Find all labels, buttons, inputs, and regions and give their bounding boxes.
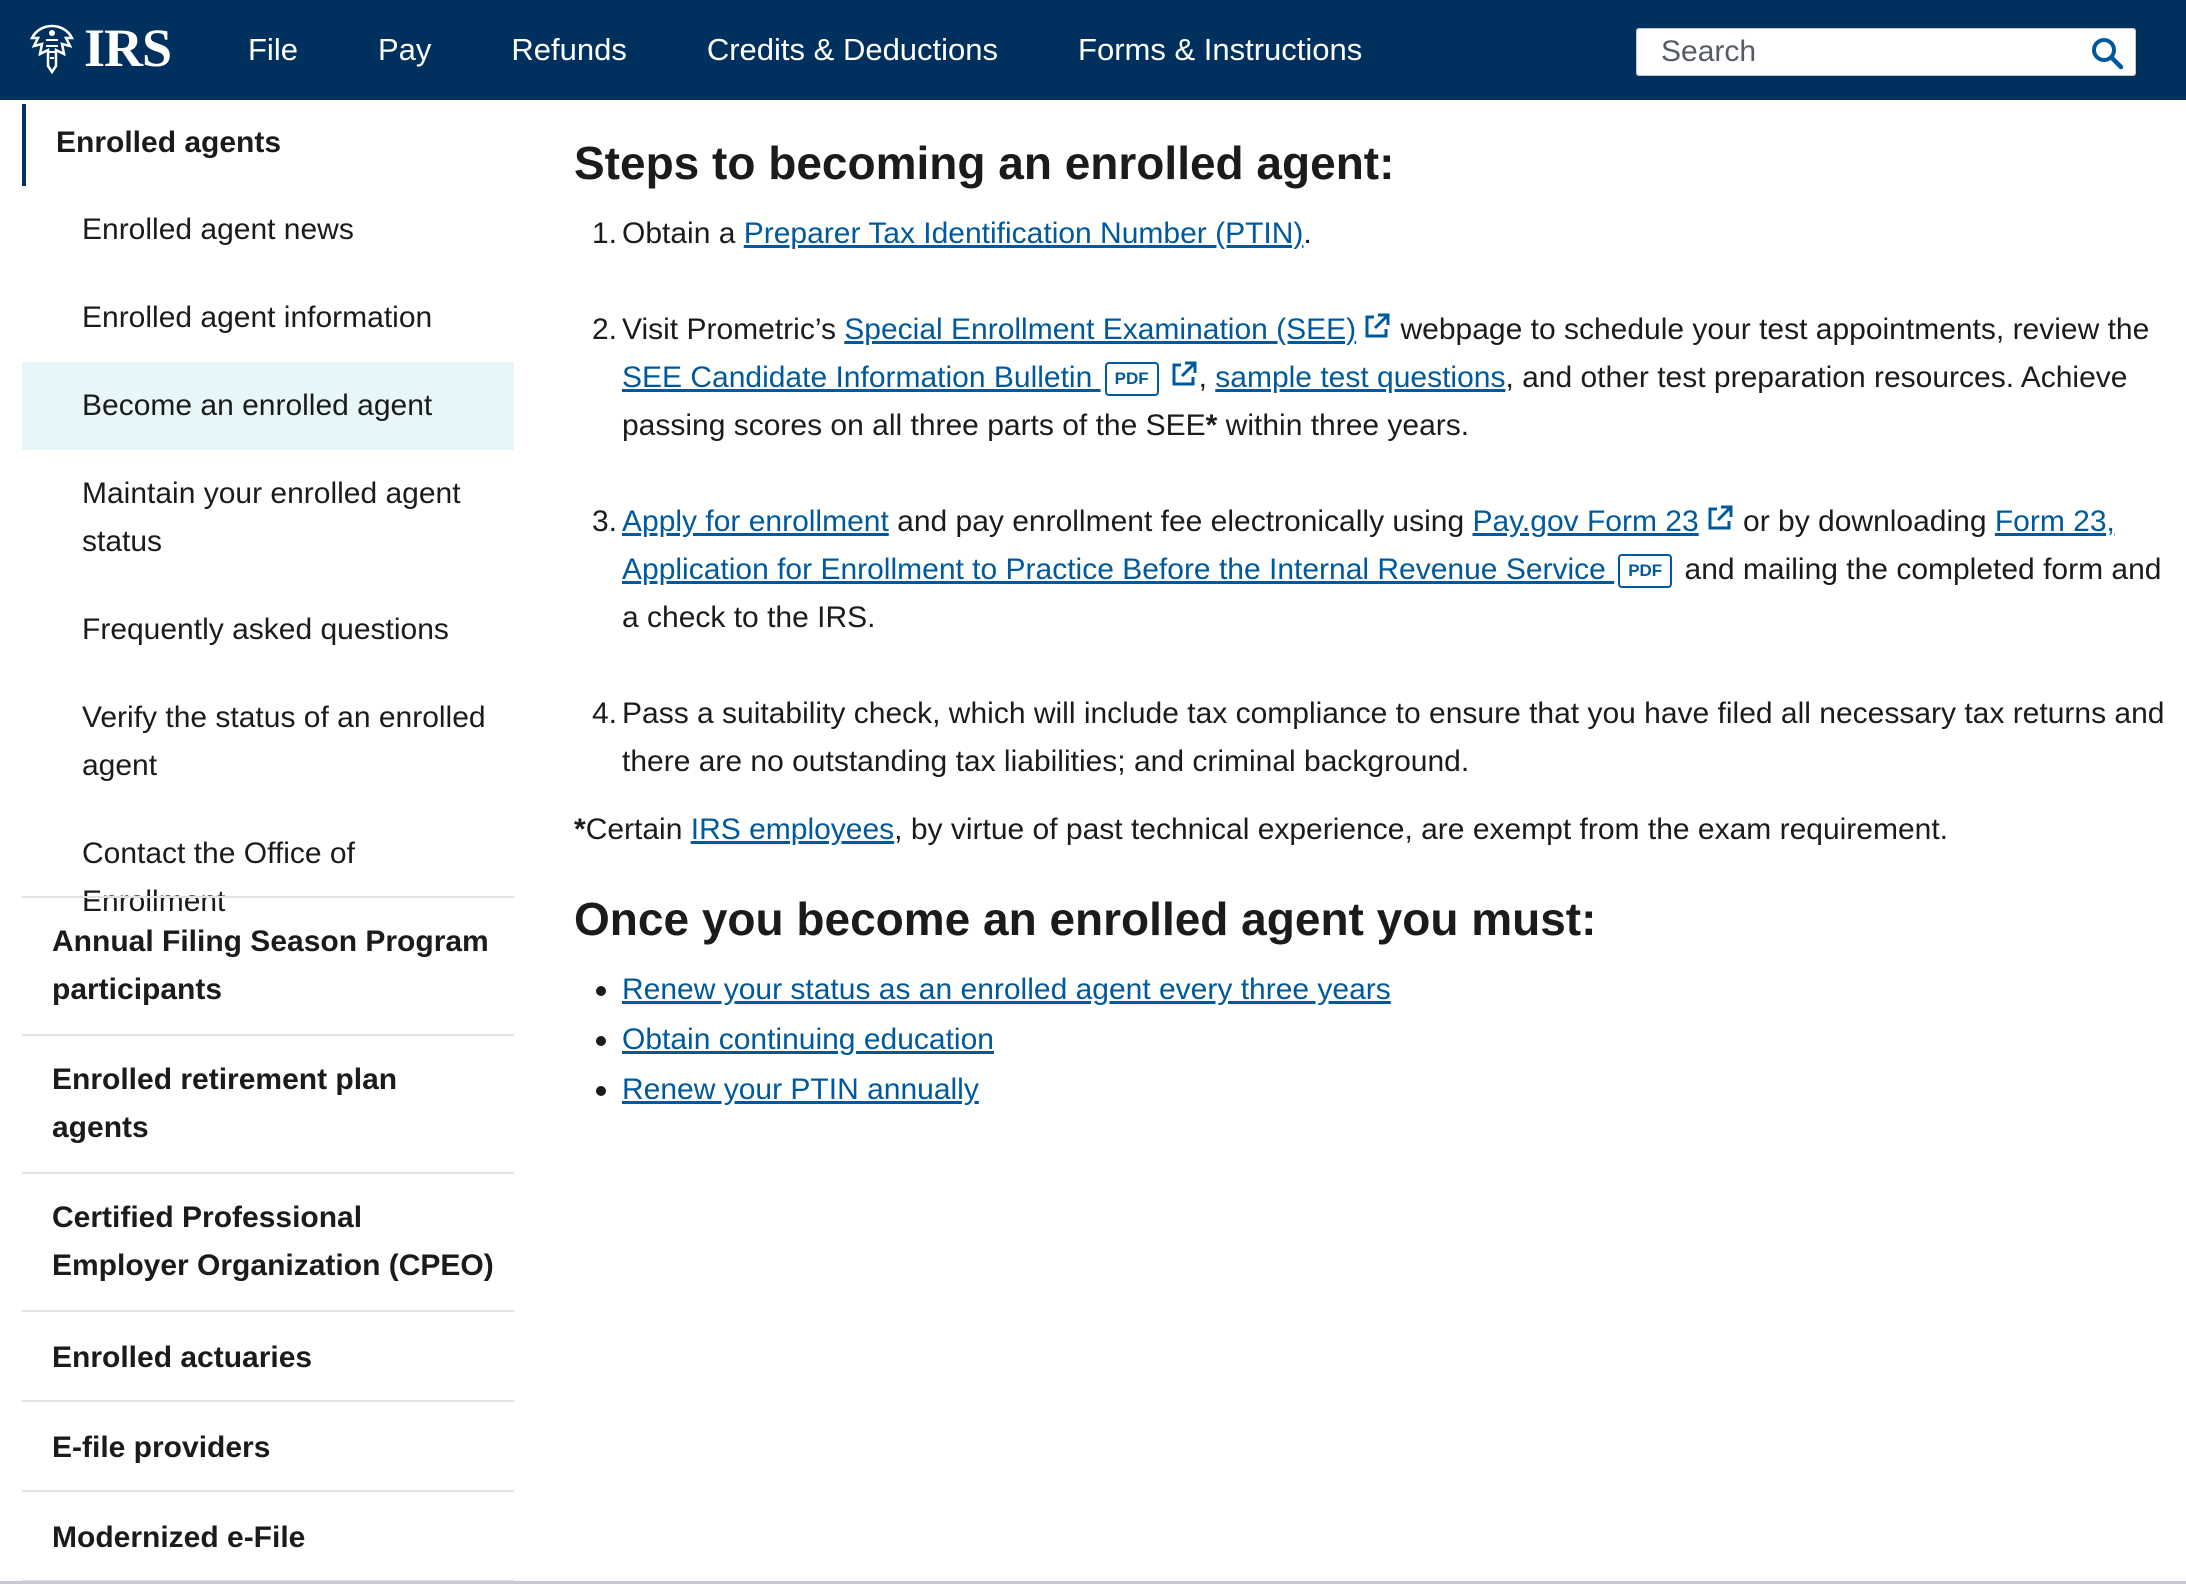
sidebar-item-afsp-participants[interactable]: Annual Filing Season Program participant…	[22, 918, 514, 1014]
renew-ptin-link[interactable]: Renew your PTIN annually	[622, 1066, 979, 1114]
sidebar-divider	[22, 1400, 514, 1402]
step-number: 4.	[592, 697, 618, 730]
bullet-dot	[596, 1036, 606, 1046]
external-link-icon	[1172, 361, 1197, 386]
pdf-badge: PDF	[1104, 362, 1159, 396]
search-box	[1636, 28, 2136, 76]
step-text-segment: within three years.	[1217, 409, 1470, 442]
logo-text: IRS	[84, 18, 172, 78]
sidebar-divider	[22, 896, 514, 898]
step-number: 1.	[592, 217, 618, 250]
note-text-segment: Certain	[585, 813, 691, 846]
continuing-education-link[interactable]: Obtain continuing education	[622, 1016, 994, 1064]
sidebar-item-enrolled-agent-news[interactable]: Enrolled agent news	[22, 206, 514, 254]
nav-credits-deductions[interactable]: Credits & Deductions	[707, 32, 998, 68]
step-text: Apply for enrollment and pay enrollment …	[622, 498, 2182, 642]
step-text: Visit Prometric’s Special Enrollment Exa…	[622, 306, 2182, 450]
sidebar-item-maintain-status[interactable]: Maintain your enrolled agent status	[22, 470, 514, 566]
paygov-form23-link[interactable]: Pay.gov Form 23	[1472, 505, 1698, 538]
step-text-segment: and pay enrollment fee electronically us…	[888, 505, 1473, 538]
sidebar-item-cpeo[interactable]: Certified Professional Employer Organiza…	[22, 1194, 514, 1290]
eagle-logo-icon	[29, 24, 75, 75]
sidebar-heading-label: Enrolled agents	[56, 126, 282, 159]
sidebar-divider	[22, 1172, 514, 1174]
pdf-badge: PDF	[1618, 554, 1673, 588]
exemption-note: *Certain IRS employees, by virtue of pas…	[574, 806, 1948, 854]
renew-status-link[interactable]: Renew your status as an enrolled agent e…	[622, 966, 1391, 1014]
sidebar-item-efile-providers[interactable]: E-file providers	[22, 1424, 514, 1472]
sidebar-divider	[22, 1490, 514, 1492]
step-text-segment: Obtain a	[622, 217, 744, 250]
sidebar-item-faq[interactable]: Frequently asked questions	[22, 606, 514, 654]
apply-enrollment-link[interactable]: Apply for enrollment	[622, 505, 889, 538]
sidebar-item-become-enrolled-agent[interactable]: Become an enrolled agent	[22, 362, 514, 450]
nav-pay[interactable]: Pay	[378, 32, 431, 68]
step-text-segment: or by downloading	[1734, 505, 1995, 538]
nav-forms-instructions[interactable]: Forms & Instructions	[1078, 32, 1362, 68]
step-number: 2.	[592, 313, 618, 346]
see-bulletin-link[interactable]: SEE Candidate Information Bulletin	[622, 361, 1101, 394]
sidebar-item-enrolled-agent-information[interactable]: Enrolled agent information	[22, 294, 514, 342]
sidebar-heading[interactable]: Enrolled agents	[22, 104, 514, 186]
step-text: Obtain a Preparer Tax Identification Num…	[622, 210, 2182, 258]
external-link-icon	[1708, 505, 1733, 530]
step-text-segment: .	[1303, 217, 1312, 250]
sidebar-item-modernized-efile[interactable]: Modernized e-File	[22, 1514, 514, 1562]
see-exam-link[interactable]: Special Enrollment Examination (SEE)	[844, 313, 1356, 346]
nav-refunds[interactable]: Refunds	[511, 32, 626, 68]
step-text-segment: Visit Prometric’s	[622, 313, 845, 346]
step-text: Pass a suitability check, which will inc…	[622, 697, 2165, 778]
sidebar-item-contact-office[interactable]: Contact the Office of Enrollment	[22, 830, 514, 926]
irs-employees-link[interactable]: IRS employees	[691, 813, 894, 846]
irs-logo[interactable]: IRS	[24, 18, 172, 78]
sidebar-divider	[22, 1034, 514, 1036]
ptin-link[interactable]: Preparer Tax Identification Number (PTIN…	[744, 217, 1304, 250]
search-icon[interactable]	[2089, 35, 2125, 71]
section-heading-once-enrolled: Once you become an enrolled agent you mu…	[574, 893, 1597, 945]
top-navigation-bar: IRS File Pay Refunds Credits & Deduction…	[0, 0, 2186, 100]
step-text-segment: ,	[1198, 361, 1216, 394]
external-link-icon	[1365, 313, 1390, 338]
note-text-segment: , by virtue of past technical experience…	[894, 813, 1949, 846]
nav-file[interactable]: File	[248, 32, 298, 68]
section-heading-steps: Steps to becoming an enrolled agent:	[574, 137, 1395, 189]
sidebar-divider	[22, 1310, 514, 1312]
search-input[interactable]	[1637, 29, 2091, 75]
sidebar-item-enrolled-actuaries[interactable]: Enrolled actuaries	[22, 1334, 514, 1382]
sample-questions-link[interactable]: sample test questions	[1215, 361, 1505, 394]
step-text-segment: webpage to schedule your test appointmen…	[1392, 313, 2150, 346]
asterisk: *	[574, 813, 586, 846]
sidebar-item-retirement-plan-agents[interactable]: Enrolled retirement plan agents	[22, 1056, 514, 1152]
main-nav: File Pay Refunds Credits & Deductions Fo…	[248, 0, 1442, 100]
asterisk: *	[1205, 409, 1218, 442]
step-number: 3.	[592, 505, 618, 538]
bullet-dot	[596, 986, 606, 996]
sidebar-item-verify-status[interactable]: Verify the status of an enrolled agent	[22, 694, 514, 790]
bullet-dot	[596, 1086, 606, 1096]
